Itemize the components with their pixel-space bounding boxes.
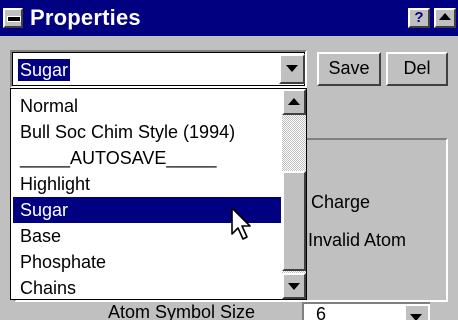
- style-combobox-value: Sugar: [18, 59, 71, 81]
- window-title: Properties: [30, 5, 141, 30]
- scroll-up-icon[interactable]: [282, 89, 306, 115]
- list-item-normal[interactable]: Normal: [13, 93, 281, 119]
- help-button[interactable]: ?: [408, 8, 430, 28]
- arrow-up-icon[interactable]: [434, 8, 456, 28]
- show-charge-label: p Charge: [296, 192, 371, 212]
- list-item-autosave[interactable]: _____AUTOSAVE_____: [13, 145, 281, 171]
- style-combobox[interactable]: Sugar: [10, 50, 307, 88]
- show-invalid-atom-label: t Invalid Atom: [298, 230, 407, 250]
- system-menu-icon[interactable]: [3, 8, 23, 28]
- atom-symbol-size-value: 6: [316, 304, 327, 320]
- list-item-chains[interactable]: Chains: [13, 275, 281, 301]
- chevron-down-icon[interactable]: [279, 54, 305, 84]
- scrollbar-thumb[interactable]: [282, 171, 306, 271]
- chevron-down-icon[interactable]: [404, 304, 428, 320]
- save-button[interactable]: Save: [317, 52, 381, 86]
- list-item-bull-soc-chim[interactable]: Bull Soc Chim Style (1994): [13, 119, 281, 145]
- style-dropdown-list[interactable]: Normal Bull Soc Chim Style (1994) _____A…: [10, 88, 307, 300]
- list-item-highlight[interactable]: Highlight: [13, 171, 281, 197]
- scroll-down-icon[interactable]: [282, 273, 306, 299]
- list-item-phosphate[interactable]: Phosphate: [13, 249, 281, 275]
- mouse-pointer-icon: [231, 207, 251, 240]
- atom-symbol-size-label: Atom Symbol Size: [108, 302, 256, 320]
- title-bar: Properties ?: [0, 0, 458, 36]
- style-options: Normal Bull Soc Chim Style (1994) _____A…: [13, 93, 281, 301]
- dropdown-scrollbar[interactable]: [282, 89, 306, 299]
- atom-symbol-size-combobox[interactable]: 6: [302, 302, 430, 320]
- delete-button[interactable]: Del: [386, 52, 448, 86]
